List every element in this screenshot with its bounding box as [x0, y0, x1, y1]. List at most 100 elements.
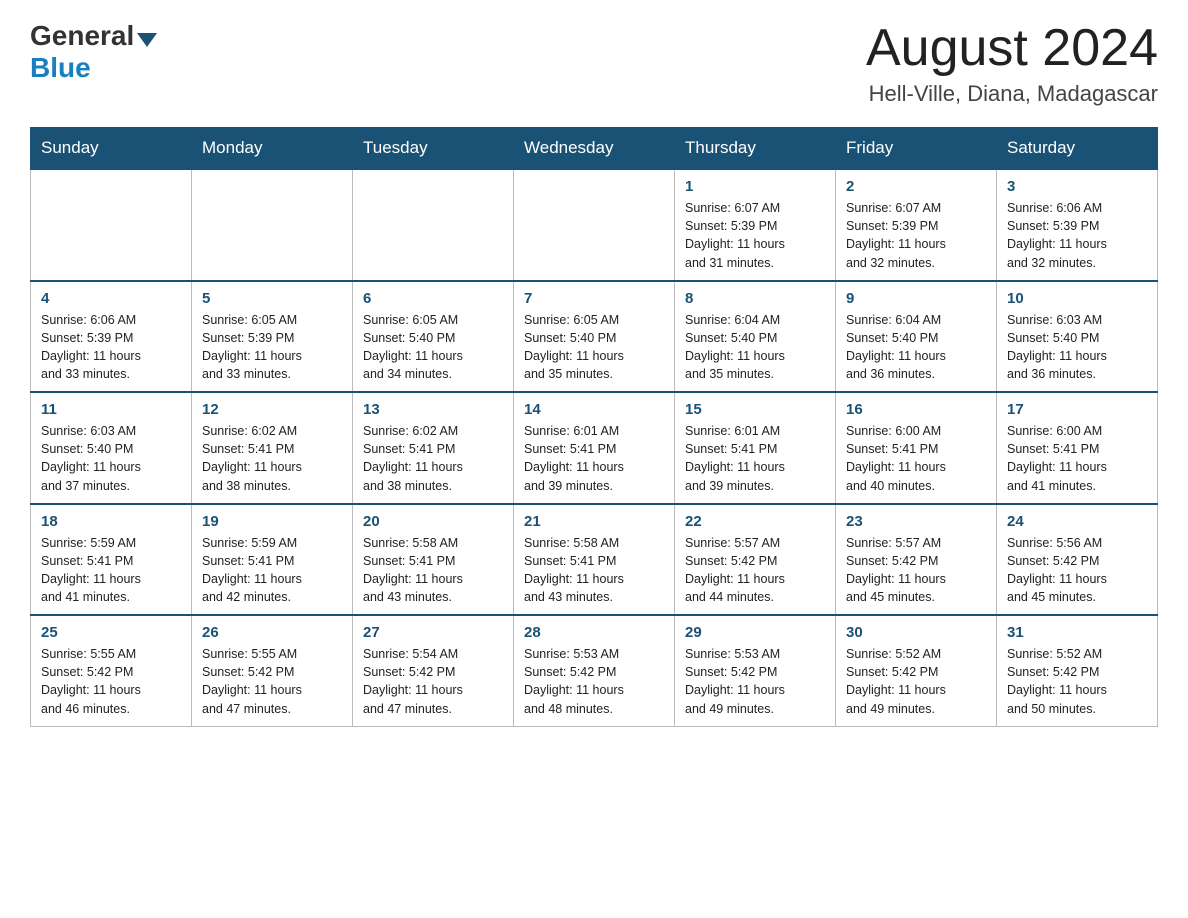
day-number: 22	[685, 513, 825, 530]
day-number: 7	[524, 290, 664, 307]
day-number: 18	[41, 513, 181, 530]
calendar-cell: 10Sunrise: 6:03 AM Sunset: 5:40 PM Dayli…	[997, 281, 1158, 393]
col-wednesday: Wednesday	[514, 128, 675, 170]
calendar-cell: 21 Sunrise: 5:58 AM Sunset: 5:41 PM Dayli…	[514, 504, 675, 616]
day-number: 5	[202, 290, 342, 307]
calendar-cell	[353, 169, 514, 281]
day-number: 31	[1007, 624, 1147, 641]
day-info: Sunrise: 6:06 AM Sunset: 5:39 PM Dayligh…	[1007, 199, 1147, 272]
calendar-cell: 30Sunrise: 5:52 AM Sunset: 5:42 PM Dayli…	[836, 615, 997, 726]
day-number: 3	[1007, 178, 1147, 195]
day-number: 23	[846, 513, 986, 530]
day-info: Sunrise: 6:07 AM Sunset: 5:39 PM Dayligh…	[685, 199, 825, 272]
day-number: 10	[1007, 290, 1147, 307]
day-info: Sunrise: 6:01 AM Sunset: 5:41 PM Dayligh…	[524, 422, 664, 495]
week-row-4: 18 Sunrise: 5:59 AM Sunset: 5:41 PM Dayli…	[31, 504, 1158, 616]
day-info: Sunrise: 6:00 AM Sunset: 5:41 PM Dayligh…	[1007, 422, 1147, 495]
day-info: Sunrise: 5:53 AM Sunset: 5:42 PM Dayligh…	[524, 645, 664, 718]
calendar-header-row: Sunday Monday Tuesday Wednesday Thursday…	[31, 128, 1158, 170]
day-info: Sunrise: 6:00 AM Sunset: 5:41 PM Dayligh…	[846, 422, 986, 495]
location-subtitle: Hell-Ville, Diana, Madagascar	[866, 81, 1158, 107]
logo: General Blue	[30, 20, 160, 84]
day-number: 28	[524, 624, 664, 641]
day-info: Sunrise: 5:55 AM Sunset: 5:42 PM Dayligh…	[202, 645, 342, 718]
day-number: 13	[363, 401, 503, 418]
calendar-cell: 15 Sunrise: 6:01 AM Sunset: 5:41 PM Dayli…	[675, 392, 836, 504]
day-info: Sunrise: 6:02 AM Sunset: 5:41 PM Dayligh…	[363, 422, 503, 495]
col-monday: Monday	[192, 128, 353, 170]
day-info: Sunrise: 5:57 AM Sunset: 5:42 PM Dayligh…	[685, 534, 825, 607]
page-header: General Blue August 2024 Hell-Ville, Dia…	[30, 20, 1158, 107]
day-info: Sunrise: 5:52 AM Sunset: 5:42 PM Dayligh…	[846, 645, 986, 718]
day-number: 29	[685, 624, 825, 641]
day-number: 26	[202, 624, 342, 641]
month-title: August 2024	[866, 20, 1158, 77]
day-info: Sunrise: 6:05 AM Sunset: 5:39 PM Dayligh…	[202, 311, 342, 384]
day-number: 24	[1007, 513, 1147, 530]
day-number: 16	[846, 401, 986, 418]
col-friday: Friday	[836, 128, 997, 170]
calendar-cell: 4Sunrise: 6:06 AM Sunset: 5:39 PM Daylig…	[31, 281, 192, 393]
calendar-cell: 14 Sunrise: 6:01 AM Sunset: 5:41 PM Dayli…	[514, 392, 675, 504]
day-number: 8	[685, 290, 825, 307]
calendar-table: Sunday Monday Tuesday Wednesday Thursday…	[30, 127, 1158, 727]
calendar-cell: 17 Sunrise: 6:00 AM Sunset: 5:41 PM Dayli…	[997, 392, 1158, 504]
col-tuesday: Tuesday	[353, 128, 514, 170]
day-number: 14	[524, 401, 664, 418]
day-number: 27	[363, 624, 503, 641]
calendar-cell: 9 Sunrise: 6:04 AM Sunset: 5:40 PM Daylig…	[836, 281, 997, 393]
calendar-cell: 11 Sunrise: 6:03 AM Sunset: 5:40 PM Dayli…	[31, 392, 192, 504]
col-thursday: Thursday	[675, 128, 836, 170]
calendar-cell: 12 Sunrise: 6:02 AM Sunset: 5:41 PM Dayli…	[192, 392, 353, 504]
day-info: Sunrise: 5:57 AM Sunset: 5:42 PM Dayligh…	[846, 534, 986, 607]
calendar-cell: 29 Sunrise: 5:53 AM Sunset: 5:42 PM Dayli…	[675, 615, 836, 726]
day-info: Sunrise: 6:03 AM Sunset: 5:40 PM Dayligh…	[41, 422, 181, 495]
calendar-cell: 25Sunrise: 5:55 AM Sunset: 5:42 PM Dayli…	[31, 615, 192, 726]
title-area: August 2024 Hell-Ville, Diana, Madagasca…	[866, 20, 1158, 107]
day-number: 21	[524, 513, 664, 530]
day-info: Sunrise: 6:04 AM Sunset: 5:40 PM Dayligh…	[846, 311, 986, 384]
calendar-cell: 8Sunrise: 6:04 AM Sunset: 5:40 PM Daylig…	[675, 281, 836, 393]
day-number: 15	[685, 401, 825, 418]
calendar-cell: 28 Sunrise: 5:53 AM Sunset: 5:42 PM Dayli…	[514, 615, 675, 726]
calendar-cell: 23 Sunrise: 5:57 AM Sunset: 5:42 PM Dayli…	[836, 504, 997, 616]
day-number: 4	[41, 290, 181, 307]
day-number: 9	[846, 290, 986, 307]
week-row-2: 4Sunrise: 6:06 AM Sunset: 5:39 PM Daylig…	[31, 281, 1158, 393]
day-number: 25	[41, 624, 181, 641]
calendar-cell	[31, 169, 192, 281]
calendar-cell: 6 Sunrise: 6:05 AM Sunset: 5:40 PM Daylig…	[353, 281, 514, 393]
calendar-cell: 2 Sunrise: 6:07 AM Sunset: 5:39 PM Daylig…	[836, 169, 997, 281]
day-info: Sunrise: 6:02 AM Sunset: 5:41 PM Dayligh…	[202, 422, 342, 495]
day-number: 6	[363, 290, 503, 307]
calendar-cell: 7Sunrise: 6:05 AM Sunset: 5:40 PM Daylig…	[514, 281, 675, 393]
day-number: 20	[363, 513, 503, 530]
week-row-5: 25 Sunrise: 5:55 AM Sunset: 5:42 PM Dayli…	[31, 615, 1158, 726]
day-info: Sunrise: 6:07 AM Sunset: 5:39 PM Dayligh…	[846, 199, 986, 272]
calendar-cell	[514, 169, 675, 281]
day-info: Sunrise: 5:56 AM Sunset: 5:42 PM Dayligh…	[1007, 534, 1147, 607]
day-info: Sunrise: 5:58 AM Sunset: 5:41 PM Dayligh…	[524, 534, 664, 607]
day-info: Sunrise: 5:53 AM Sunset: 5:42 PM Dayligh…	[685, 645, 825, 718]
day-number: 12	[202, 401, 342, 418]
day-info: Sunrise: 5:54 AM Sunset: 5:42 PM Dayligh…	[363, 645, 503, 718]
calendar-cell: 18Sunrise: 5:59 AM Sunset: 5:41 PM Dayli…	[31, 504, 192, 616]
day-number: 17	[1007, 401, 1147, 418]
day-info: Sunrise: 5:58 AM Sunset: 5:41 PM Dayligh…	[363, 534, 503, 607]
logo-general-text: General	[30, 20, 134, 52]
day-info: Sunrise: 5:59 AM Sunset: 5:41 PM Dayligh…	[202, 534, 342, 607]
calendar-cell: 19 Sunrise: 5:59 AM Sunset: 5:41 PM Dayli…	[192, 504, 353, 616]
day-info: Sunrise: 5:52 AM Sunset: 5:42 PM Dayligh…	[1007, 645, 1147, 718]
calendar-cell: 16 Sunrise: 6:00 AM Sunset: 5:41 PM Dayli…	[836, 392, 997, 504]
day-info: Sunrise: 6:05 AM Sunset: 5:40 PM Dayligh…	[363, 311, 503, 384]
day-number: 11	[41, 401, 181, 418]
day-info: Sunrise: 6:01 AM Sunset: 5:41 PM Dayligh…	[685, 422, 825, 495]
calendar-cell: 22 Sunrise: 5:57 AM Sunset: 5:42 PM Dayli…	[675, 504, 836, 616]
calendar-cell: 20 Sunrise: 5:58 AM Sunset: 5:41 PM Dayli…	[353, 504, 514, 616]
day-number: 19	[202, 513, 342, 530]
week-row-1: 1Sunrise: 6:07 AM Sunset: 5:39 PM Daylig…	[31, 169, 1158, 281]
logo-blue-text: Blue	[30, 52, 91, 84]
calendar-cell: 24 Sunrise: 5:56 AM Sunset: 5:42 PM Dayli…	[997, 504, 1158, 616]
col-sunday: Sunday	[31, 128, 192, 170]
day-number: 2	[846, 178, 986, 195]
